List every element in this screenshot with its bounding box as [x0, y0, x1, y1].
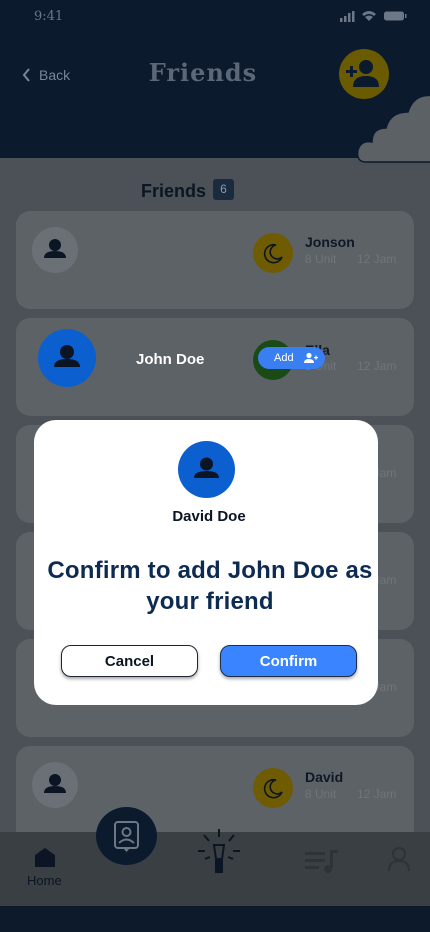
- avatar: [32, 762, 78, 808]
- friends-count-badge: 6: [213, 179, 234, 200]
- person-add-icon: [304, 352, 318, 363]
- person-icon: [54, 345, 80, 367]
- suggested-friend-name: John Doe: [136, 351, 205, 368]
- dialog-message: Confirm to add John Doe as your friend: [47, 557, 373, 615]
- friend-units: 8 Unit: [305, 252, 337, 266]
- contact-card-icon: [114, 821, 139, 852]
- friend-date: 12 Jam: [357, 787, 397, 801]
- moon-badge: [253, 768, 293, 808]
- add-label: Add: [274, 352, 294, 364]
- confirm-button[interactable]: Confirm: [220, 645, 357, 677]
- suggested-friend-avatar: [38, 329, 96, 387]
- profile-icon[interactable]: [387, 846, 411, 872]
- avatar: [32, 227, 78, 273]
- home-indicator-area: [0, 906, 430, 932]
- center-action-button[interactable]: [96, 807, 157, 865]
- playlist-icon[interactable]: [303, 848, 339, 874]
- person-icon: [44, 774, 66, 793]
- moon-icon: [263, 243, 283, 264]
- friend-name: David: [305, 769, 344, 785]
- friend-date: 12 Jam: [357, 359, 397, 373]
- nav-home-label[interactable]: Home: [27, 873, 62, 888]
- home-icon[interactable]: [33, 846, 57, 868]
- friend-units: 8 Unit: [305, 787, 337, 801]
- status-icons: [340, 11, 407, 22]
- lightbulb-icon[interactable]: [196, 827, 242, 881]
- friends-list-title: Friends: [141, 181, 207, 201]
- friend-date: 12 Jam: [357, 252, 397, 266]
- add-friend-chip[interactable]: Add: [258, 347, 325, 369]
- cloud-decoration: [356, 90, 430, 163]
- moon-icon: [263, 778, 283, 799]
- dialog-user-name: David Doe: [172, 508, 246, 525]
- cancel-button[interactable]: Cancel: [61, 645, 198, 677]
- dialog-avatar: [178, 441, 235, 498]
- friend-name: Jonson: [305, 234, 355, 250]
- status-time: 9:41: [34, 9, 64, 24]
- moon-badge: [253, 233, 293, 273]
- person-icon: [44, 239, 66, 258]
- person-icon: [194, 457, 219, 478]
